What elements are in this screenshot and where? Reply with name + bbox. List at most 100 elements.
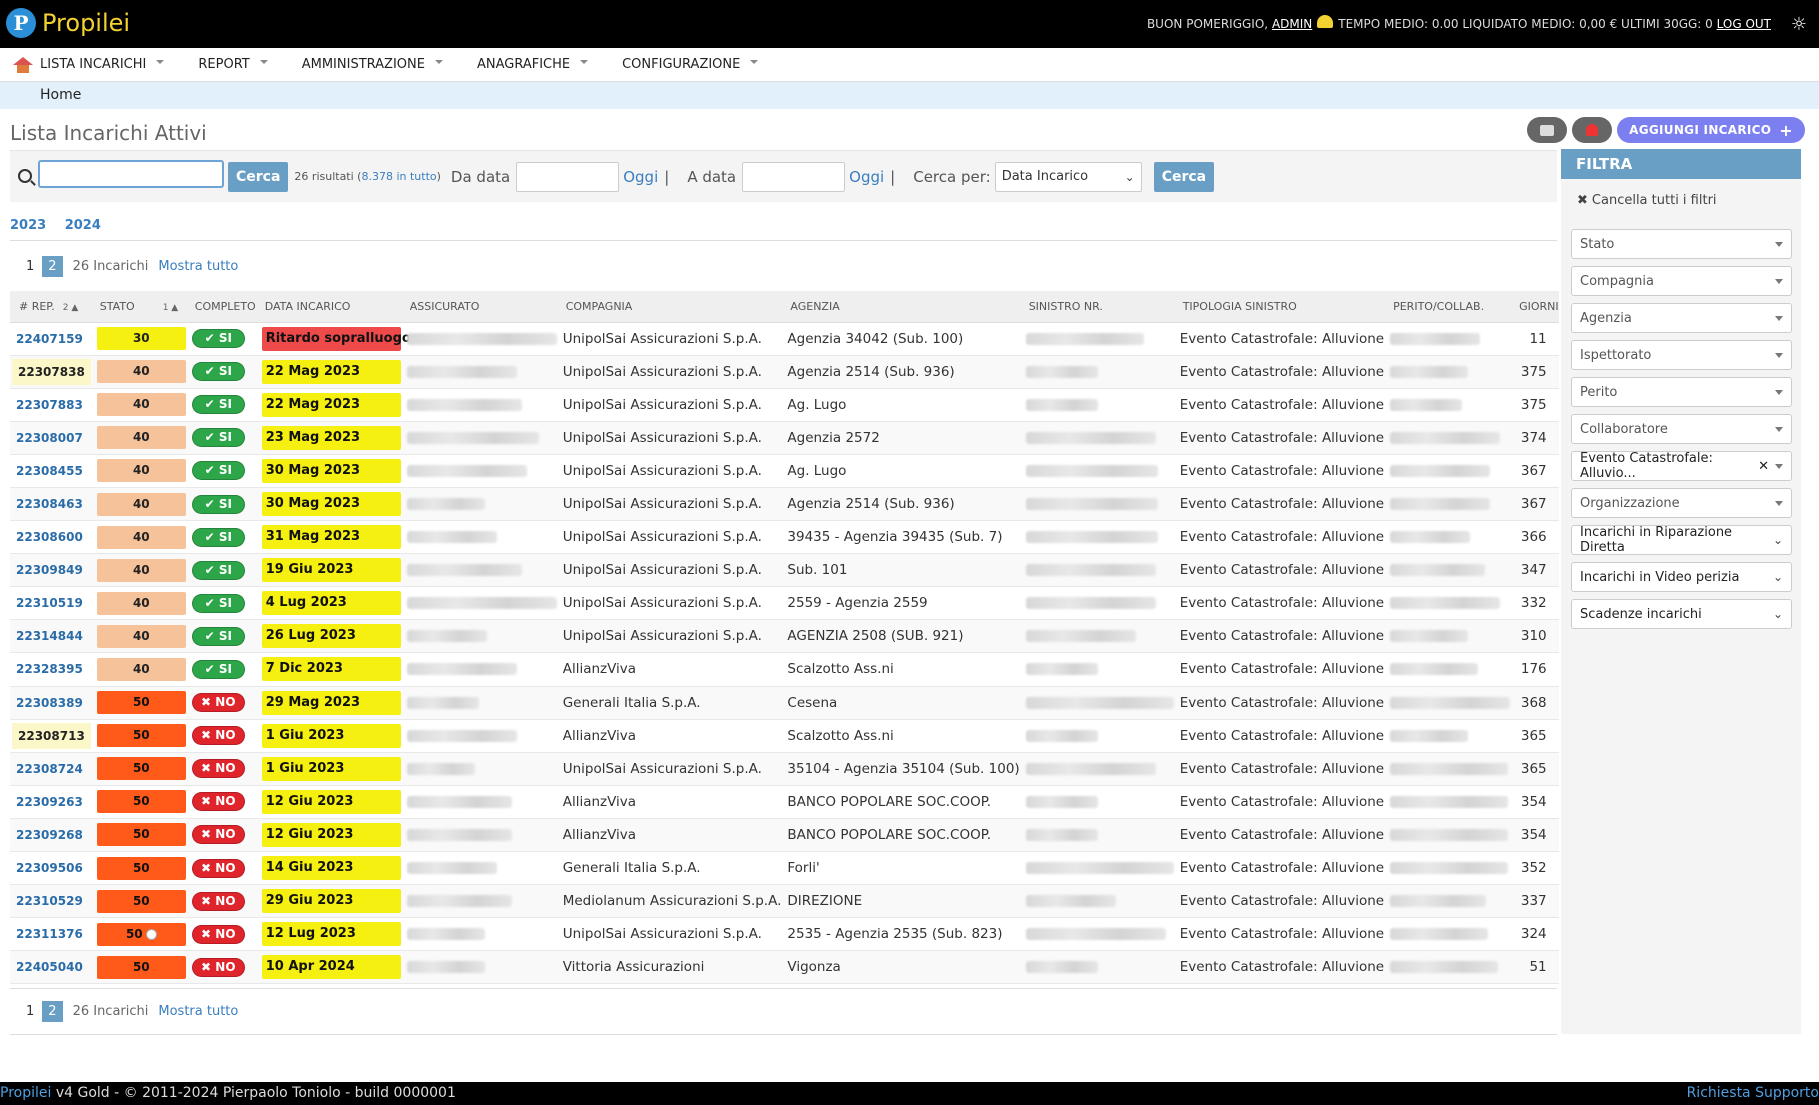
- menu-lista-incarichi[interactable]: LISTA INCARICHI: [40, 57, 165, 72]
- filter-field[interactable]: Ispettorato: [1571, 340, 1792, 370]
- rep-link[interactable]: 22308713: [12, 722, 91, 749]
- cerca-per-select[interactable]: Data Incarico ⌄: [994, 161, 1142, 192]
- filter-field[interactable]: Collaboratore: [1571, 414, 1792, 444]
- search-input[interactable]: [38, 159, 224, 188]
- col-stato[interactable]: STATO 1 ▲: [90, 291, 186, 323]
- status-value: 50: [132, 794, 150, 809]
- table-row[interactable]: 22309268 50 ✖ NO 12 Giu 2023 AllianzViva BANC…: [10, 818, 1559, 853]
- table-row[interactable]: 22308389 50 ✖ NO 29 Mag 2023 Generali Italia…: [10, 686, 1559, 720]
- filter-field[interactable]: Evento Catastrofale: Alluvio... ✕: [1571, 451, 1792, 481]
- support-link[interactable]: Richiesta Supporto: [1687, 1082, 1819, 1105]
- filter-field[interactable]: Organizzazione: [1571, 488, 1792, 518]
- table-row[interactable]: 22307883 40 ✔ SI 22 Mag 2023 UnipolSai Assic…: [10, 388, 1559, 422]
- rep-link[interactable]: 22309849: [16, 563, 83, 577]
- page-1-link[interactable]: 1: [26, 1004, 34, 1019]
- rep-link[interactable]: 22308600: [16, 530, 83, 544]
- oggi-link-1[interactable]: Oggi: [623, 168, 658, 186]
- oggi-link-2[interactable]: Oggi: [849, 168, 884, 186]
- table-row[interactable]: 22308724 50 ✖ NO 1 Giu 2023 UnipolSai Assicu…: [10, 752, 1559, 786]
- breadcrumb-home[interactable]: Home: [40, 87, 81, 103]
- search-button[interactable]: Cerca: [228, 161, 289, 192]
- col-compagnia[interactable]: COMPAGNIA: [556, 291, 782, 323]
- filter-field[interactable]: Scadenze incarichi ⌄: [1571, 599, 1792, 629]
- rep-link[interactable]: 22308724: [16, 762, 83, 776]
- rep-link[interactable]: 22311376: [16, 927, 83, 941]
- table-row[interactable]: 22307838 40 ✔ SI 22 Mag 2023 UnipolSai Assic…: [10, 355, 1559, 389]
- helmet-icon[interactable]: [1317, 14, 1334, 28]
- col-agenzia[interactable]: AGENZIA: [781, 291, 1020, 323]
- rep-link[interactable]: 22314844: [16, 629, 83, 643]
- rep-link[interactable]: 22308007: [16, 431, 83, 445]
- da-data-input[interactable]: [516, 161, 620, 192]
- home-icon[interactable]: [13, 56, 33, 73]
- menu-amministrazione[interactable]: AMMINISTRAZIONE: [302, 57, 443, 72]
- theme-toggle-icon[interactable]: ☼: [1791, 14, 1807, 35]
- col-rep[interactable]: # REP. 2 ▲: [10, 291, 91, 323]
- table-row[interactable]: 22308713 50 ✖ NO 1 Giu 2023 AllianzViva Scalz…: [10, 719, 1559, 753]
- filter-field[interactable]: Incarichi in Video perizia ⌄: [1571, 562, 1792, 592]
- a-data-input[interactable]: [742, 161, 846, 192]
- rep-link[interactable]: 22309268: [16, 828, 83, 842]
- table-row[interactable]: 22309849 40 ✔ SI 19 Giu 2023 UnipolSai Assic…: [10, 553, 1559, 588]
- rep-link[interactable]: 22309263: [16, 795, 83, 809]
- rep-link[interactable]: 22307838: [12, 358, 91, 385]
- redacted-text: [1390, 498, 1491, 511]
- col-data-incarico[interactable]: DATA INCARICO: [255, 291, 401, 323]
- footer-brand-link[interactable]: Propilei: [0, 1085, 51, 1101]
- col-sinistro[interactable]: SINISTRO NR.: [1019, 291, 1174, 323]
- col-completo[interactable]: COMPLETO: [185, 291, 256, 323]
- assicurato-cell: [400, 917, 557, 952]
- add-incarico-button[interactable]: AGGIUNGI INCARICO +: [1617, 117, 1805, 143]
- filter-field[interactable]: Incarichi in Riparazione Diretta ⌄: [1571, 525, 1792, 555]
- table-row[interactable]: 22308600 40 ✔ SI 31 Mag 2023 UnipolSai Assic…: [10, 520, 1559, 555]
- col-perito[interactable]: PERITO/COLLAB.: [1384, 291, 1511, 323]
- page-2-current[interactable]: 2: [42, 256, 63, 277]
- table-row[interactable]: 22314844 40 ✔ SI 26 Lug 2023 UnipolSai Assic…: [10, 619, 1559, 654]
- rep-link[interactable]: 22308463: [16, 497, 83, 511]
- table-row[interactable]: 22311376 50 ✖ NO 12 Lug 2023 UnipolSai Assic…: [10, 917, 1559, 952]
- rep-link[interactable]: 22309506: [16, 861, 83, 875]
- year-2024-link[interactable]: 2024: [65, 218, 101, 233]
- rep-link[interactable]: 22405040: [16, 960, 83, 974]
- year-2023-link[interactable]: 2023: [10, 218, 46, 233]
- filter-field[interactable]: Agenzia: [1571, 303, 1792, 333]
- show-all-link[interactable]: Mostra tutto: [158, 259, 238, 274]
- menu-anagrafiche[interactable]: ANAGRAFICHE: [477, 57, 589, 72]
- assign-button[interactable]: [1572, 117, 1613, 143]
- table-row[interactable]: 22310529 50 ✖ NO 29 Giu 2023 Mediolanum Assi…: [10, 884, 1559, 919]
- menu-configurazione[interactable]: CONFIGURAZIONE: [622, 57, 759, 72]
- table-row[interactable]: 22308007 40 ✔ SI 23 Mag 2023 UnipolSai Assic…: [10, 421, 1559, 455]
- filter-field[interactable]: Compagnia: [1571, 266, 1792, 296]
- rep-link[interactable]: 22308455: [16, 464, 83, 478]
- table-row[interactable]: 22328395 40 ✔ SI 7 Dic 2023 AllianzViva Scalz…: [10, 652, 1559, 687]
- table-row[interactable]: 22308463 40 ✔ SI 30 Mag 2023 UnipolSai Assic…: [10, 487, 1559, 522]
- menu-report[interactable]: REPORT: [198, 57, 268, 72]
- rep-link[interactable]: 22407159: [16, 332, 83, 346]
- col-tipologia[interactable]: TIPOLOGIA SINISTRO: [1173, 291, 1385, 323]
- page-1-link[interactable]: 1: [26, 259, 34, 274]
- logout-link[interactable]: LOG OUT: [1717, 17, 1771, 31]
- rep-link[interactable]: 22308389: [16, 696, 83, 710]
- show-all-link[interactable]: Mostra tutto: [158, 1004, 238, 1019]
- clear-filters-link[interactable]: ✖ Cancella tutti i filtri: [1561, 179, 1801, 229]
- rep-link[interactable]: 22307883: [16, 398, 83, 412]
- table-row[interactable]: 22308455 40 ✔ SI 30 Mag 2023 UnipolSai Assic…: [10, 454, 1559, 488]
- app-logo[interactable]: P Propilei: [6, 8, 130, 38]
- table-row[interactable]: 22407159 30 ✔ SI Ritardo sopralluogo UnipolS…: [10, 322, 1559, 356]
- rep-link[interactable]: 22328395: [16, 662, 83, 676]
- table-row[interactable]: 22405040 50 ✖ NO 10 Apr 2024 Vittoria Assicu…: [10, 950, 1559, 985]
- list-view-button[interactable]: [1527, 117, 1568, 143]
- table-row[interactable]: 22309263 50 ✖ NO 12 Giu 2023 AllianzViva BANC…: [10, 785, 1559, 819]
- page-2-current[interactable]: 2: [42, 1001, 63, 1022]
- col-giorni[interactable]: GIORNI: [1510, 291, 1559, 323]
- search-button-2[interactable]: Cerca: [1153, 161, 1215, 192]
- rep-link[interactable]: 22310529: [16, 894, 83, 908]
- filter-field[interactable]: Perito: [1571, 377, 1792, 407]
- table-row[interactable]: 22310519 40 ✔ SI 4 Lug 2023 UnipolSai Assicu…: [10, 586, 1559, 621]
- user-link[interactable]: ADMIN: [1272, 17, 1312, 31]
- col-assicurato[interactable]: ASSICURATO: [400, 291, 557, 323]
- filter-field[interactable]: Stato: [1571, 229, 1792, 259]
- rep-link[interactable]: 22310519: [16, 596, 83, 610]
- clear-icon[interactable]: ✕: [1758, 459, 1769, 474]
- table-row[interactable]: 22309506 50 ✖ NO 14 Giu 2023 Generali Italia…: [10, 851, 1559, 886]
